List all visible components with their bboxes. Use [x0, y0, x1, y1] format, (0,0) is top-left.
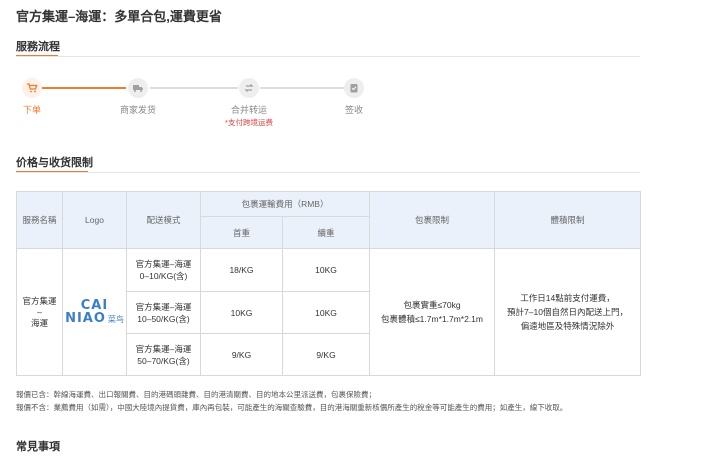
extra-weight-cell: 10KG: [281, 248, 371, 292]
pricing-section-title: 价格与收货限制: [16, 157, 93, 169]
step-receive-label: 签收: [344, 105, 363, 115]
logo-text-bottom: NIAO: [65, 311, 106, 326]
package-limit-cell: 包裹實重≤70kg 包裹體積≤1.7m*1.7m*2.1m: [369, 248, 496, 376]
cainiao-logo: CAI NIAO 菜鸟: [65, 299, 124, 325]
service-name-line3: 海運: [30, 318, 48, 328]
pricing-notes: 報價已含：幹線海運費、出口報關費、目的港碼頭雜費、目的港清關費、目的地本公里派送…: [16, 388, 567, 414]
service-name-line1: 官方集運: [22, 296, 57, 306]
volume-limit-line2: 預計7–10個自然日內配送上門，: [507, 307, 628, 317]
step-order-label: 下单: [22, 105, 41, 115]
mode-line1: 官方集運–海運: [135, 301, 192, 312]
mode-cell: 官方集運–海運 0–10/KG(含): [126, 248, 201, 292]
service-name-line2: –: [37, 307, 42, 317]
mode-line2: 10–50/KG(含): [137, 313, 190, 324]
cart-icon: [22, 78, 42, 98]
header-mode: 配送模式: [126, 191, 201, 249]
mode-line1: 官方集運–海運: [135, 343, 192, 354]
volume-limit-line3: 偏遠地區及特殊情況除外: [520, 321, 615, 331]
mode-cell: 官方集運–海運 10–50/KG(含): [126, 291, 201, 334]
mode-line2: 0–10/KG(含): [139, 271, 188, 281]
header-extra-weight: 續重: [281, 216, 371, 249]
page-title: 官方集運–海運：多單合包,運費更省: [16, 9, 222, 24]
clipboard-check-icon: [344, 78, 364, 98]
process-steps: 下单 商家发货 合并转运 *支付跨境运费 签收: [16, 78, 436, 128]
service-name-cell: 官方集運 – 海運: [16, 248, 63, 376]
mode-cell: 官方集運–海運 50–70/KG(含): [126, 333, 201, 376]
header-volume-limit: 體積限制: [494, 191, 642, 249]
notes-excluded: 報價不含：業薦費用（如需），中國大陸境內提貨費，庫內再包裝，可能產生的海關查驗費…: [16, 403, 568, 412]
extra-weight-cell: 10KG: [281, 291, 371, 334]
step-transfer-note: *支付跨境运费: [225, 118, 273, 127]
logo-cell: CAI NIAO 菜鸟: [62, 248, 127, 376]
transfer-icon: [239, 78, 259, 98]
volume-limit-cell: 工作日14點前支付運費， 預計7–10個自然日內配送上門， 偏遠地區及特殊情況除…: [494, 248, 642, 376]
truck-icon: [128, 78, 148, 98]
step-transfer-label: 合并转运: [230, 105, 267, 115]
step-ship-label: 商家发货: [119, 105, 156, 115]
process-divider: [16, 56, 640, 57]
package-limit-line1: 包裹實重≤70kg: [403, 300, 461, 310]
header-logo: Logo: [62, 191, 127, 249]
process-section-title: 服務流程: [16, 41, 60, 53]
volume-limit-line1: 工作日14點前支付運費，: [520, 293, 615, 303]
step-order: 下单: [2, 78, 62, 116]
pricing-header-row: 服務名稱 Logo 配送模式 包裹運輸費用（RMB） 包裹限制 體積限制: [16, 191, 642, 249]
logo-cn: 菜鸟: [107, 315, 124, 324]
step-transfer: 合并转运 *支付跨境运费: [219, 78, 279, 128]
step-receive: 签收: [324, 78, 384, 116]
header-fee-group: 包裹運輸費用（RMB）: [199, 191, 371, 217]
extra-weight-cell: 9/KG: [281, 333, 371, 376]
first-weight-cell: 10KG: [200, 291, 283, 334]
header-package-limit: 包裹限制: [369, 191, 496, 249]
mode-line1: 官方集運–海運: [135, 259, 192, 269]
first-weight-cell: 9/KG: [200, 333, 283, 376]
table-row: 官方集運 – 海運 CAI NIAO 菜鸟 官方集運–海運 0–10/KG(含) …: [16, 248, 642, 376]
mode-line2: 50–70/KG(含): [137, 355, 190, 366]
pricing-table: 服務名稱 Logo 配送模式 包裹運輸費用（RMB） 包裹限制 體積限制 首重 …: [16, 191, 642, 376]
notes-included: 報價已含：幹線海運費、出口報關費、目的港碼頭雜費、目的港清關費、目的地本公里派送…: [16, 390, 376, 399]
step-ship: 商家发货: [108, 78, 168, 116]
header-first-weight: 首重: [200, 216, 283, 249]
first-weight-cell: 18/KG: [200, 248, 283, 292]
header-service-name: 服務名稱: [16, 191, 63, 249]
package-limit-line2: 包裹體積≤1.7m*1.7m*2.1m: [381, 314, 483, 324]
faq-section-title: 常見事項: [16, 441, 60, 453]
pricing-divider: [16, 172, 640, 173]
